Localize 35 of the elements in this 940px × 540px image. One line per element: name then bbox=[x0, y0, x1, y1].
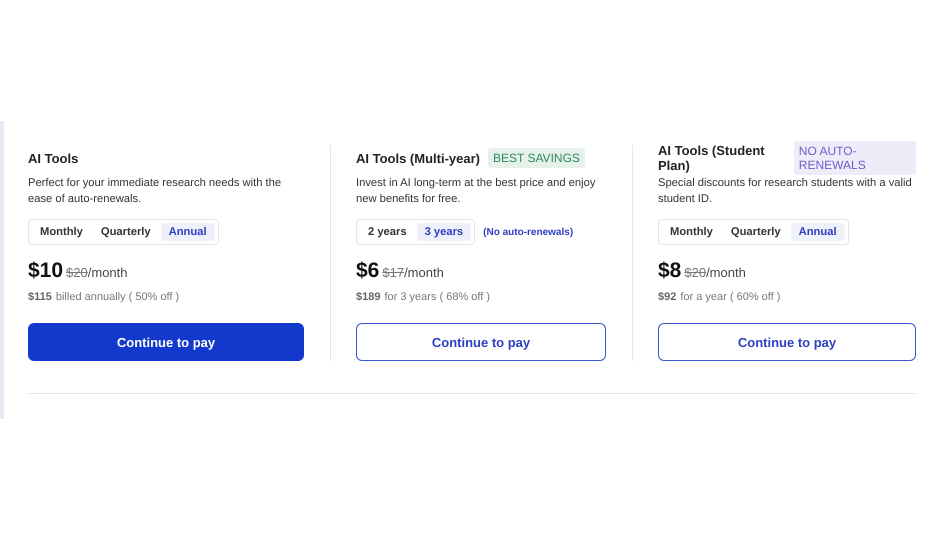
billed-amount: $189 bbox=[356, 291, 380, 303]
plan-title: AI Tools (Student Plan) bbox=[658, 143, 766, 173]
period-option[interactable]: 2 years bbox=[360, 223, 415, 241]
price: $10 bbox=[28, 259, 64, 283]
plan-title: AI Tools bbox=[28, 150, 78, 166]
plan-badge: BEST SAVINGS bbox=[488, 148, 585, 168]
price-unit: /month bbox=[88, 265, 128, 280]
plan-badge: NO AUTO-RENEWALS bbox=[794, 141, 916, 175]
price: $6 bbox=[356, 259, 380, 283]
renewal-note: (No auto-renewals) bbox=[483, 226, 574, 238]
billing-text: billed annually ( 50% off ) bbox=[56, 291, 180, 303]
period-option[interactable]: Quarterly bbox=[92, 223, 159, 241]
plan-description: Invest in AI long-term at the best price and enjoy new benefits for free. bbox=[356, 176, 596, 207]
continue-button[interactable]: Continue to pay bbox=[28, 323, 304, 361]
period-option[interactable]: Annual bbox=[160, 223, 215, 241]
old-price: $20 bbox=[66, 265, 88, 280]
billing-text: for 3 years ( 68% off ) bbox=[384, 291, 490, 303]
plan-description: Special discounts for research students with a valid student ID. bbox=[658, 176, 913, 207]
billed-amount: $115 bbox=[28, 291, 52, 303]
price-unit: /month bbox=[706, 265, 746, 280]
price: $8 bbox=[658, 259, 682, 283]
period-option[interactable]: Monthly bbox=[662, 223, 721, 241]
period-option[interactable]: Annual bbox=[790, 223, 845, 241]
continue-button[interactable]: Continue to pay bbox=[658, 323, 916, 361]
plan-description: Perfect for your immediate research needs with the ease of auto-renewals. bbox=[28, 176, 282, 207]
old-price: $20 bbox=[684, 265, 706, 280]
plan-title: AI Tools (Multi-year) bbox=[356, 150, 480, 166]
continue-button[interactable]: Continue to pay bbox=[356, 323, 606, 361]
old-price: $17 bbox=[382, 265, 404, 280]
period-option[interactable]: 3 years bbox=[416, 223, 472, 241]
billed-amount: $92 bbox=[658, 291, 676, 303]
period-option[interactable]: Monthly bbox=[32, 223, 91, 241]
period-option[interactable]: Quarterly bbox=[722, 223, 789, 241]
billing-text: for a year ( 60% off ) bbox=[680, 291, 780, 303]
price-unit: /month bbox=[404, 265, 444, 280]
